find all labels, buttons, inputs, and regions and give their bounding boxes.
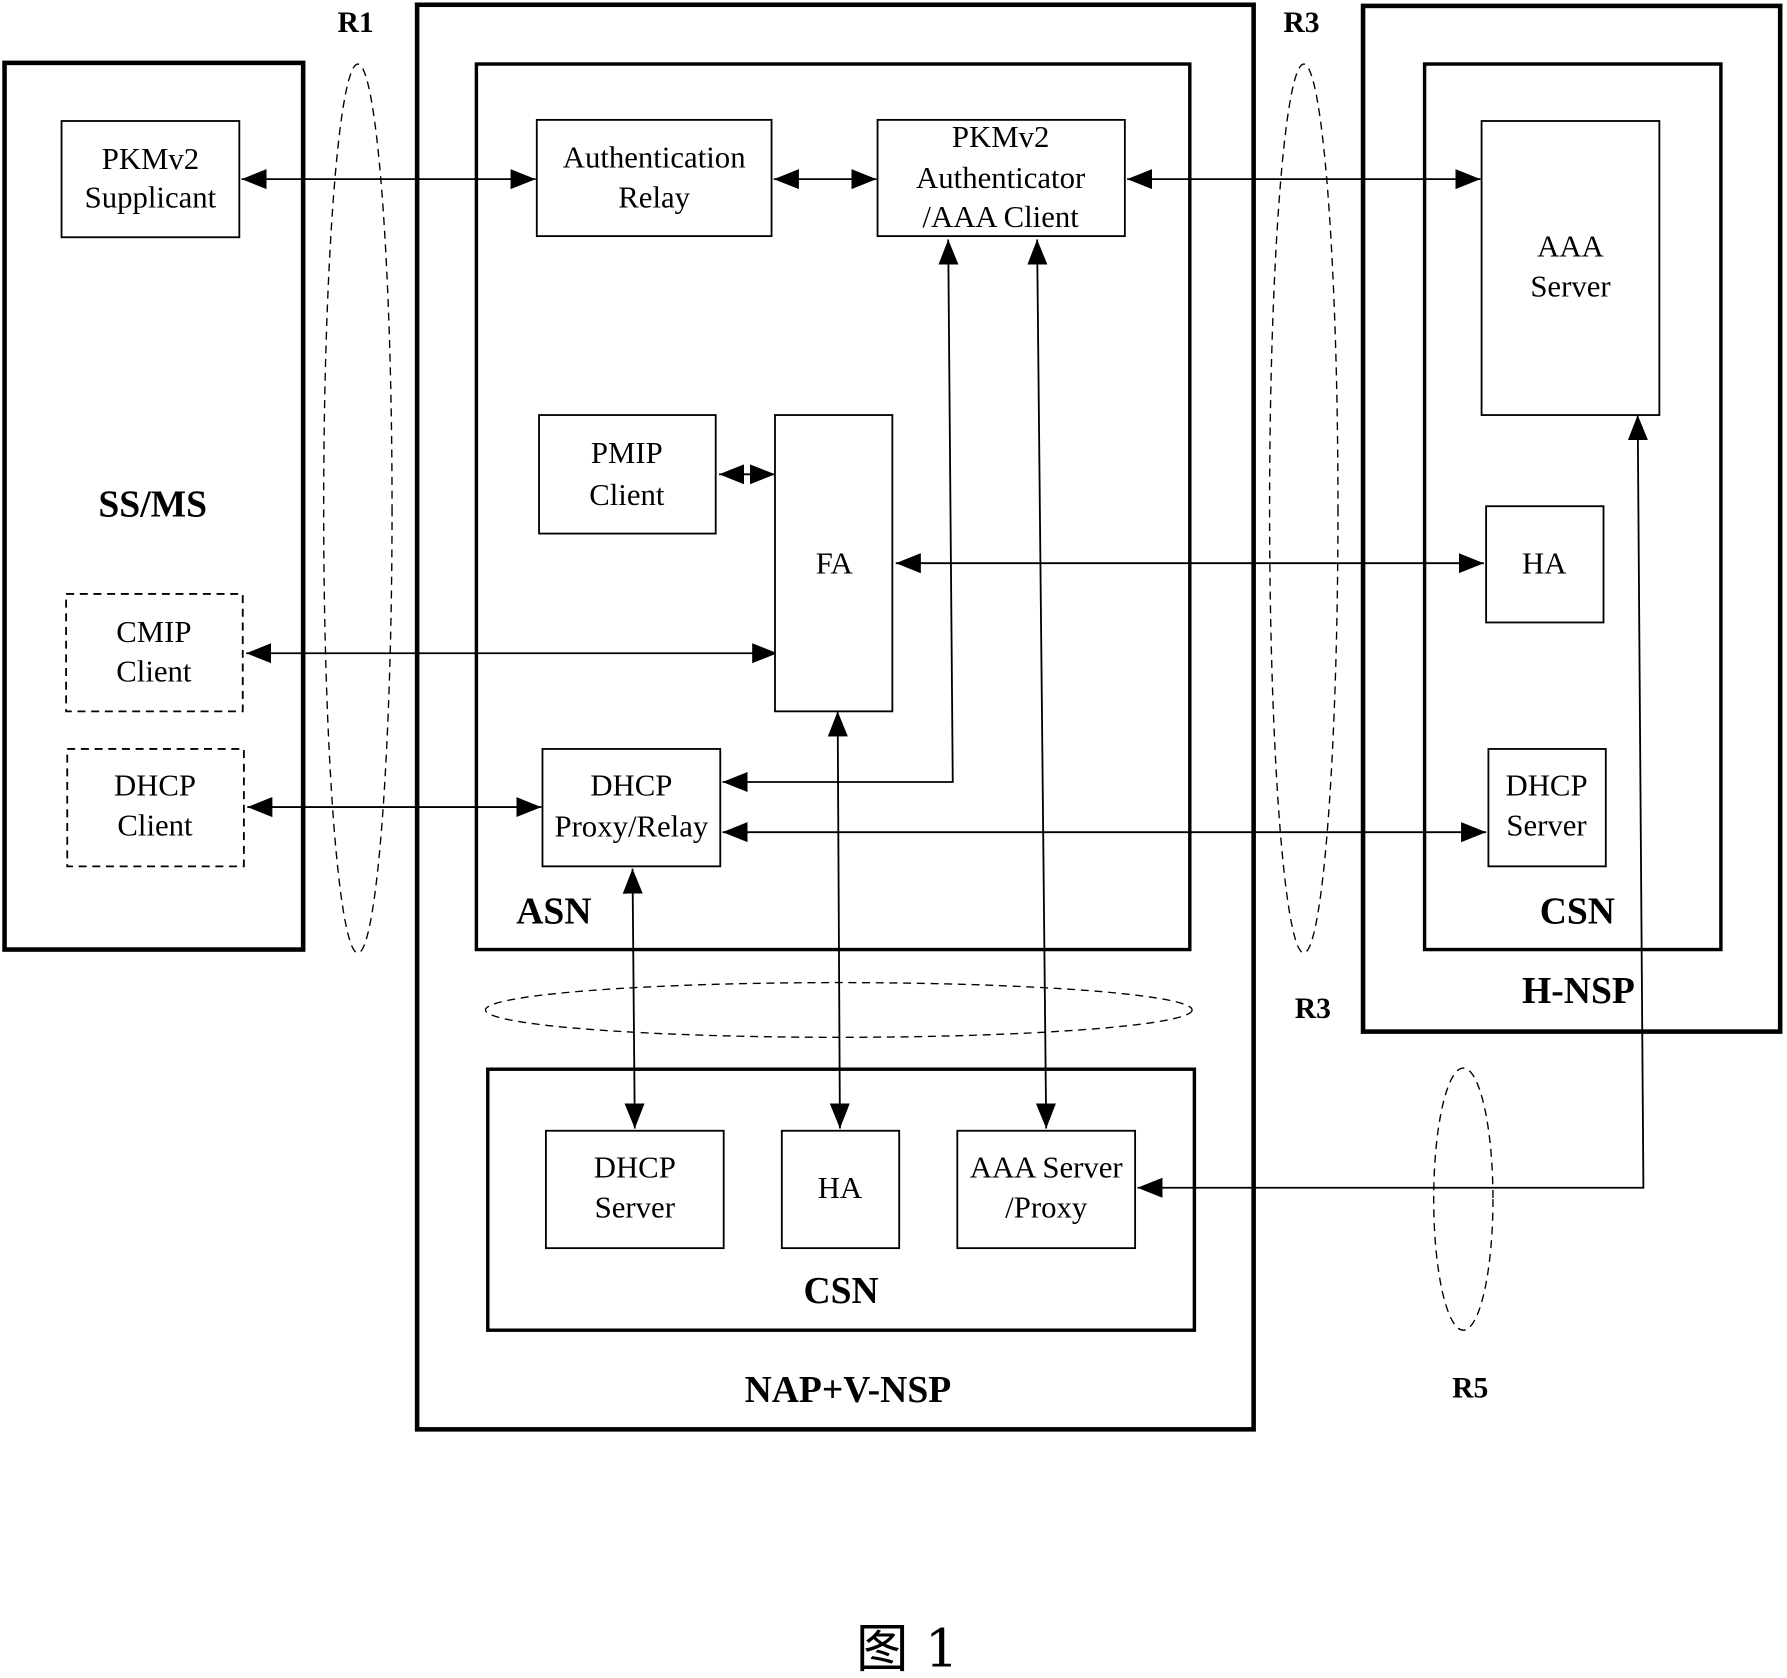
connector-proxy-vnsp-dhcp-server [622, 868, 645, 1129]
connector-fa-vnsp-ha [827, 711, 850, 1129]
vnsp-dhcp-server-line1: DHCP [594, 1150, 676, 1184]
network-architecture-diagram: SS/MS NAP+V-NSP ASN CSN H-NSP CSN R1 R3 … [2, 2, 1783, 1678]
pmip-client-line2: Client [589, 478, 665, 512]
dhcp-client-box[interactable]: DHCP Client [66, 748, 245, 868]
connector-authenticator-vnsp-aaa [1027, 239, 1056, 1129]
ss-ms-label: SS/MS [98, 483, 207, 525]
r3-mid-label: R3 [1295, 993, 1331, 1025]
pkmv2-authenticator-line1: PKMv2 [952, 120, 1049, 154]
hnsp-ha-label: HA [1522, 546, 1566, 580]
fa-box[interactable]: FA [774, 414, 894, 713]
h-nsp-label: H-NSP [1522, 970, 1635, 1012]
dhcp-client-line1: DHCP [114, 769, 196, 803]
r1-label: R1 [337, 7, 373, 39]
fa-label: FA [816, 546, 853, 580]
hnsp-ha-box[interactable]: HA [1485, 505, 1605, 624]
r3-reference-oval [1268, 63, 1339, 954]
hnsp-dhcp-server-box[interactable]: DHCP Server [1487, 748, 1607, 868]
hnsp-aaa-server-line2: Server [1530, 270, 1610, 304]
pkmv2-authenticator-line3: /AAA Client [922, 200, 1079, 234]
dhcp-proxy-relay-line2: Proxy/Relay [554, 810, 708, 844]
pmip-client-line1: PMIP [591, 436, 663, 470]
hnsp-aaa-server-line1: AAA [1537, 230, 1604, 264]
pkmv2-supplicant-line2: Supplicant [85, 181, 217, 215]
dhcp-client-line2: Client [117, 809, 193, 843]
vnsp-aaa-server-proxy-box[interactable]: AAA Server /Proxy [956, 1129, 1137, 1250]
authentication-relay-line1: Authentication [563, 141, 746, 175]
dhcp-proxy-relay-box[interactable]: DHCP Proxy/Relay [541, 748, 722, 868]
dhcp-proxy-relay-line1: DHCP [590, 769, 672, 803]
vnsp-aaa-server-proxy-line1: AAA Server [970, 1150, 1123, 1184]
pkmv2-supplicant-line1: PKMv2 [102, 142, 199, 176]
r5-reference-oval [1433, 1067, 1494, 1331]
asn-label: ASN [516, 890, 591, 932]
cmip-client-box[interactable]: CMIP Client [65, 593, 244, 713]
vnsp-ha-box[interactable]: HA [780, 1129, 901, 1250]
figure-caption: 图 1 [856, 1618, 958, 1678]
r5-label: R5 [1452, 1372, 1488, 1404]
authentication-relay-line2: Relay [618, 181, 690, 215]
vnsp-dhcp-server-box[interactable]: DHCP Server [544, 1129, 725, 1250]
vnsp-ha-label: HA [818, 1171, 862, 1205]
cmip-client-line1: CMIP [116, 615, 191, 649]
cmip-client-line2: Client [116, 655, 192, 689]
authentication-relay-box[interactable]: Authentication Relay [535, 118, 773, 238]
vnsp-dhcp-server-line2: Server [595, 1190, 675, 1224]
pmip-client-box[interactable]: PMIP Client [538, 414, 717, 535]
r1-reference-oval [322, 63, 393, 954]
pkmv2-supplicant-box[interactable]: PKMv2 Supplicant [60, 120, 241, 239]
vnsp-aaa-server-proxy-line2: /Proxy [1005, 1190, 1088, 1224]
hnsp-csn-label: CSN [1540, 890, 1615, 932]
pkmv2-authenticator-box[interactable]: PKMv2 Authenticator /AAA Client [876, 118, 1126, 238]
pkmv2-authenticator-line2: Authenticator [916, 161, 1085, 195]
hnsp-dhcp-server-line2: Server [1506, 809, 1586, 843]
hnsp-aaa-server-box[interactable]: AAA Server [1480, 120, 1661, 416]
vnsp-csn-label: CSN [803, 1270, 878, 1312]
nap-vnsp-label: NAP+V-NSP [745, 1369, 952, 1411]
r3-top-label: R3 [1283, 7, 1319, 39]
hnsp-dhcp-server-line1: DHCP [1505, 769, 1587, 803]
